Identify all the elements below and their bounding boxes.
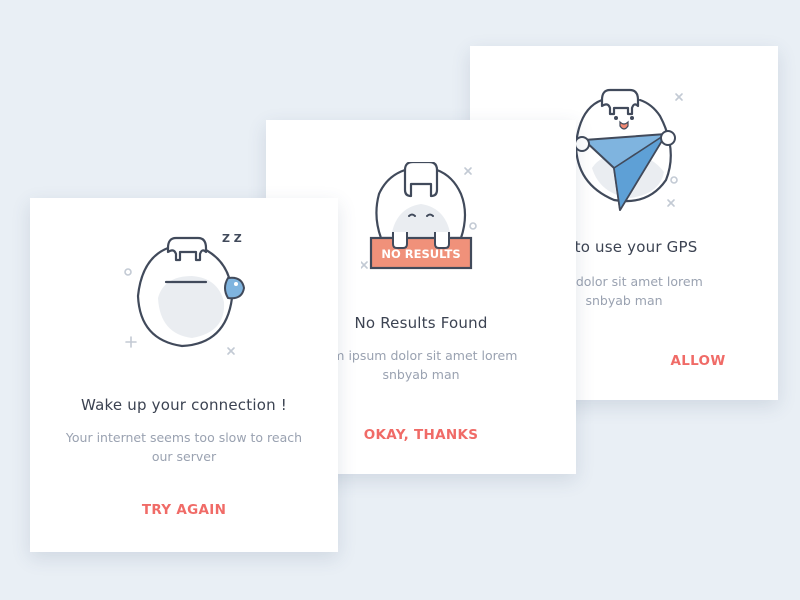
slow-connection-card: Z Z Wake up your connection ! Your inter…: [30, 198, 338, 552]
card-body-text: Your internet seems too slow to reach ou…: [65, 430, 303, 464]
try-again-button[interactable]: TRY AGAIN: [142, 502, 226, 518]
gps-character-illustration: [574, 88, 683, 211]
bubble-icon: [224, 276, 246, 300]
no-results-sign-label: NO RESULTS: [381, 247, 460, 261]
sleep-z-label: Z Z: [222, 232, 242, 245]
sleeping-character-illustration: Z Z: [124, 232, 246, 355]
allow-button[interactable]: ALLOW: [670, 353, 725, 369]
okay-thanks-button[interactable]: OKAY, THANKS: [364, 427, 479, 443]
no-results-character-illustration: NO RESULTS: [361, 162, 477, 270]
card-title: Wake up your connection !: [81, 396, 287, 414]
